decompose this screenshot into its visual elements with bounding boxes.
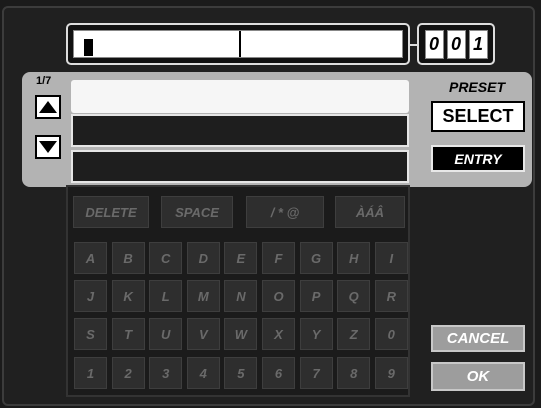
key-o[interactable]: O	[262, 280, 295, 312]
key-r[interactable]: R	[374, 280, 408, 312]
name-field-divider	[239, 31, 241, 57]
counter-digit: 0	[446, 29, 466, 59]
key-i[interactable]: I	[374, 242, 408, 274]
cancel-button[interactable]: CANCEL	[431, 325, 525, 352]
key-t[interactable]: T	[111, 318, 145, 350]
function-key[interactable]: DELETE	[73, 196, 149, 228]
page-indicator: 1/7	[36, 75, 52, 87]
preset-entry-screen: 0 0 1 1/7 PRESET SELECT ENTRY DELETE SPAC…	[0, 0, 541, 408]
key-g[interactable]: G	[299, 242, 333, 274]
name-input-area[interactable]	[73, 30, 403, 58]
key-y[interactable]: Y	[299, 318, 333, 350]
key-6[interactable]: 6	[262, 357, 295, 389]
key-0[interactable]: 0	[374, 318, 408, 350]
key-j[interactable]: J	[74, 280, 107, 312]
key-q[interactable]: Q	[337, 280, 371, 312]
counter-digit: 0	[424, 29, 444, 59]
key-a[interactable]: A	[74, 242, 107, 274]
key-s[interactable]: S	[74, 318, 107, 350]
key-x[interactable]: X	[262, 318, 295, 350]
key-3[interactable]: 3	[149, 357, 183, 389]
key-k[interactable]: K	[111, 280, 145, 312]
key-7[interactable]: 7	[299, 357, 333, 389]
entry-button[interactable]: ENTRY	[431, 145, 525, 172]
key-p[interactable]: P	[299, 280, 333, 312]
function-key[interactable]: SPACE	[161, 196, 233, 228]
ok-button[interactable]: OK	[431, 362, 525, 391]
key-m[interactable]: M	[186, 280, 220, 312]
key-8[interactable]: 8	[337, 357, 371, 389]
key-c[interactable]: C	[149, 242, 183, 274]
key-e[interactable]: E	[224, 242, 258, 274]
key-u[interactable]: U	[149, 318, 183, 350]
key-l[interactable]: L	[149, 280, 183, 312]
key-4[interactable]: 4	[186, 357, 220, 389]
name-input[interactable]	[66, 23, 410, 65]
preset-number-display: 0 0 1	[417, 23, 495, 65]
function-key[interactable]: / * @	[246, 196, 324, 228]
key-h[interactable]: H	[337, 242, 371, 274]
key-1[interactable]: 1	[74, 357, 107, 389]
arrow-up-icon	[39, 101, 57, 113]
key-d[interactable]: D	[186, 242, 220, 274]
key-n[interactable]: N	[224, 280, 258, 312]
key-2[interactable]: 2	[111, 357, 145, 389]
function-key[interactable]: ÀÁÂ	[335, 196, 405, 228]
preset-heading: PRESET	[448, 79, 505, 95]
key-w[interactable]: W	[224, 318, 258, 350]
key-f[interactable]: F	[262, 242, 295, 274]
key-v[interactable]: V	[186, 318, 220, 350]
key-b[interactable]: B	[111, 242, 145, 274]
key-9[interactable]: 9	[374, 357, 408, 389]
scroll-up-button[interactable]	[35, 95, 61, 119]
preset-slot-1[interactable]	[71, 80, 409, 113]
scroll-down-button[interactable]	[35, 135, 61, 159]
key-5[interactable]: 5	[224, 357, 258, 389]
text-cursor	[84, 39, 93, 56]
preset-slot-2[interactable]	[71, 114, 409, 147]
key-z[interactable]: Z	[337, 318, 371, 350]
counter-digit: 1	[468, 29, 488, 59]
arrow-down-icon	[39, 141, 57, 153]
select-button[interactable]: SELECT	[431, 101, 525, 132]
preset-slot-3[interactable]	[71, 150, 409, 183]
